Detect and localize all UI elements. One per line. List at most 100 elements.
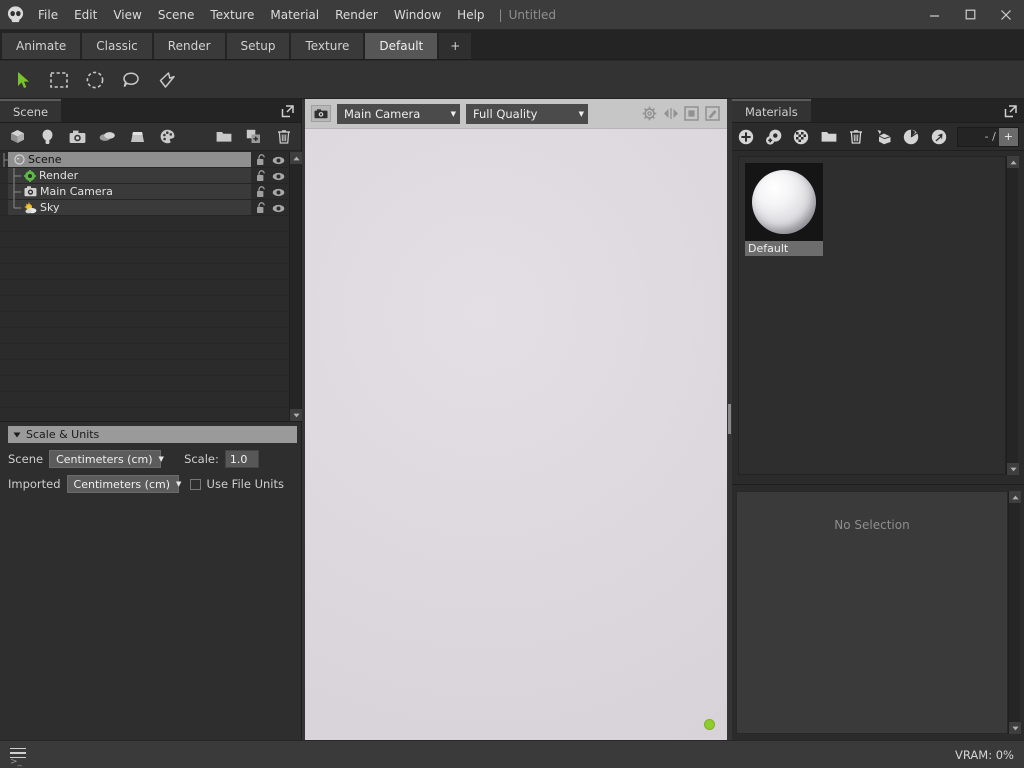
menu-texture[interactable]: Texture [202,0,262,30]
use-file-units-checkbox[interactable] [190,479,201,490]
material-count-stepper[interactable]: - / + [957,127,1019,147]
tree-row-render[interactable]: Render [0,168,289,184]
viewport-camera-value: Main Camera [344,107,420,121]
tree-row-sky[interactable]: Sky [0,200,289,216]
pencil-edit-icon[interactable] [704,105,721,122]
square-region-icon[interactable] [683,105,700,122]
scale-input[interactable]: 1.0 [225,450,259,468]
eye-icon[interactable] [272,156,285,165]
gear-icon[interactable] [641,105,658,122]
palette-icon[interactable] [158,127,177,146]
viewport-camera-dropdown[interactable]: Main Camera ▼ [337,104,460,124]
viewport-icon-group [641,105,721,122]
menu-file[interactable]: File [30,0,66,30]
imported-unit-dropdown[interactable]: Centimeters (cm) ▼ [67,475,179,493]
folder-icon[interactable] [820,127,839,146]
materials-scrollbar[interactable] [1006,156,1018,475]
unlocked-padlock-icon[interactable] [256,170,267,182]
add-workspace-tab-button[interactable]: + [439,33,471,59]
scroll-down-button[interactable] [1007,463,1019,475]
scroll-down-button[interactable] [1009,722,1021,734]
tree-empty-row [0,344,289,360]
workspace-tab-default[interactable]: Default [365,33,437,59]
circle-arrow-icon[interactable] [930,127,949,146]
scene-unit-dropdown[interactable]: Centimeters (cm) ▼ [49,450,161,468]
material-count-minus[interactable]: - / [982,130,999,143]
render-canvas[interactable] [305,129,727,740]
tab-materials[interactable]: Materials [732,99,811,122]
material-card-default[interactable]: Default [745,163,823,256]
scene-tree[interactable]: Scene Render [0,152,289,421]
splitter-grip[interactable] [728,404,731,434]
scene-toolbar [0,123,301,151]
menu-scene[interactable]: Scene [150,0,203,30]
tree-empty-row [0,408,289,421]
scale-units-header[interactable]: Scale & Units [8,426,297,443]
materials-grid[interactable]: Default [738,156,1006,475]
tree-row-scene[interactable]: Scene [0,152,289,168]
backdrop-icon[interactable] [128,127,147,146]
lightbulb-icon[interactable] [38,127,57,146]
viewport-camera-icon[interactable] [311,105,331,122]
menu-material[interactable]: Material [262,0,327,30]
chevron-down-icon: ▼ [441,110,456,118]
tree-row-main-camera[interactable]: Main Camera [0,184,289,200]
menu-window[interactable]: Window [386,0,449,30]
properties-scrollbar[interactable] [1008,491,1020,734]
copy-material-icon[interactable] [765,127,784,146]
viewport-quality-dropdown[interactable]: Full Quality ▼ [466,104,588,124]
circle-slash-icon[interactable] [902,127,921,146]
workspace-tab-setup[interactable]: Setup [227,33,290,59]
workspace-tab-animate[interactable]: Animate [2,33,80,59]
expand-panel-icon[interactable] [1001,102,1019,120]
menu-render[interactable]: Render [327,0,386,30]
scene-tree-scrollbar[interactable] [289,152,301,421]
unlocked-padlock-icon[interactable] [256,186,267,198]
white-sphere-thumbnail[interactable] [745,163,823,241]
lasso-tool[interactable] [117,67,145,93]
folder-icon[interactable] [214,127,233,146]
scroll-up-button[interactable] [1009,491,1021,503]
workspace-tab-classic[interactable]: Classic [82,33,152,59]
scroll-down-button[interactable] [290,409,302,421]
eye-icon[interactable] [272,172,285,181]
unlocked-padlock-icon[interactable] [256,154,267,166]
eye-icon[interactable] [272,188,285,197]
trash-icon[interactable] [847,127,866,146]
polygon-lasso-tool[interactable] [153,67,181,93]
select-arrow-tool[interactable] [9,67,37,93]
rectangle-marquee-tool[interactable] [45,67,73,93]
camera-node-icon [24,186,37,197]
scroll-up-button[interactable] [290,152,302,164]
eyedropper-cube-icon[interactable] [875,127,894,146]
tree-row-toggles [256,200,289,216]
camera-icon[interactable] [68,127,87,146]
workspace-tab-texture[interactable]: Texture [291,33,363,59]
collapse-triangle-icon[interactable] [13,431,21,439]
menu-edit[interactable]: Edit [66,0,105,30]
scale-units-panel: Scale & Units Scene Centimeters (cm) ▼ S… [0,421,302,740]
close-button[interactable] [988,0,1024,30]
environment-icon[interactable] [98,127,117,146]
scroll-up-button[interactable] [1007,156,1019,168]
menu-help[interactable]: Help [449,0,492,30]
eye-icon[interactable] [272,204,285,213]
expand-panel-icon[interactable] [278,102,296,120]
menu-view[interactable]: View [105,0,149,30]
ellipse-marquee-tool[interactable] [81,67,109,93]
trash-icon[interactable] [274,127,293,146]
left-right-arrows-icon[interactable] [662,105,679,122]
checker-sphere-icon[interactable] [792,127,811,146]
workspace-tab-render[interactable]: Render [154,33,225,59]
duplicate-icon[interactable] [244,127,263,146]
cube-icon[interactable] [8,127,27,146]
viewport-quality-value: Full Quality [473,107,537,121]
maximize-button[interactable] [952,0,988,30]
scale-units-body: Scene Centimeters (cm) ▼ Scale: 1.0 Impo… [0,443,301,493]
material-count-plus[interactable]: + [999,128,1018,146]
minimize-button[interactable] [916,0,952,30]
tab-scene[interactable]: Scene [0,99,61,122]
unlocked-padlock-icon[interactable] [256,202,267,214]
material-sphere-preview [752,170,816,234]
plus-circle-icon[interactable] [737,127,756,146]
